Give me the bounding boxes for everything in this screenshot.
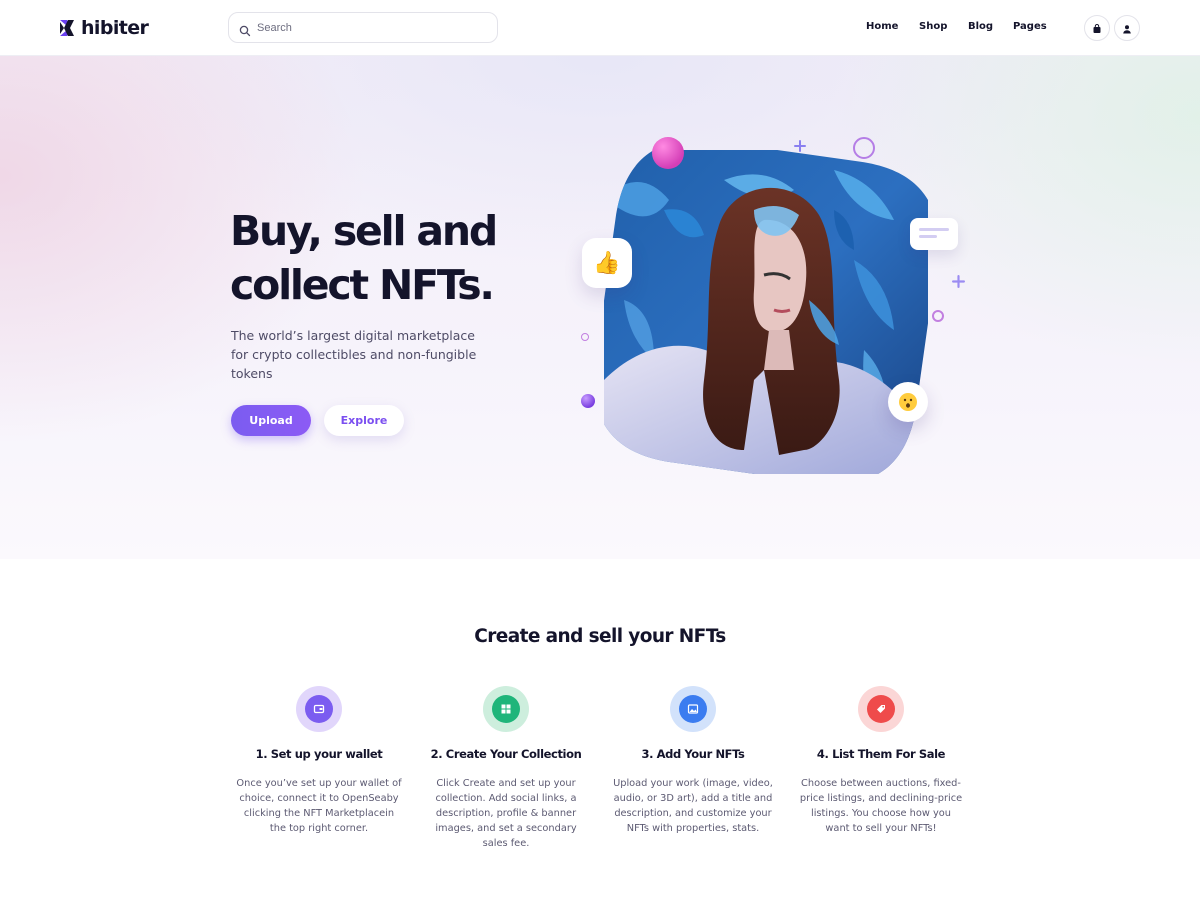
logo-mark-icon (60, 18, 80, 38)
step-icon-circle (670, 686, 716, 732)
explore-button[interactable]: Explore (324, 405, 404, 436)
step-description: Upload your work (image, video, audio, o… (613, 778, 773, 834)
step-title: 1. Set up your wallet (255, 747, 383, 761)
step-icon-circle (296, 686, 342, 732)
cart-button[interactable] (1084, 15, 1110, 41)
pink-sphere-decoration (652, 137, 684, 169)
user-icon (1122, 19, 1132, 38)
step-icon-circle (483, 686, 529, 732)
step-title: 2. Create Your Collection (430, 747, 582, 761)
image-icon (679, 695, 707, 723)
thumbs-up-icon: 👍 (582, 238, 632, 288)
cart-icon (1092, 19, 1102, 38)
nft-artwork[interactable] (584, 130, 949, 495)
small-ring-decoration (932, 310, 944, 322)
hero-subtitle: The world’s largest digital marketplace … (231, 328, 477, 381)
top-header: hibiter Home Shop Blog Pages (0, 0, 1200, 56)
logo-text: hibiter (81, 17, 149, 39)
ring-decoration (853, 137, 875, 159)
emoji-icon (888, 382, 928, 422)
hero-title-line: collect NFTs. (230, 261, 495, 309)
purple-sphere-decoration (581, 394, 595, 408)
search-icon (239, 22, 251, 36)
step-title: 4. List Them For Sale (816, 747, 946, 761)
plus-decoration (794, 137, 806, 156)
step-description: Choose between auctions, fixed-price lis… (799, 778, 963, 834)
step-card: 4. List Them For Sale Choose between auc… (796, 686, 966, 836)
section-title: Create and sell your NFTs (474, 626, 726, 647)
hero-title: Buy, sell and collect NFTs. (230, 204, 530, 312)
upload-button[interactable]: Upload (231, 405, 311, 436)
grid-icon (492, 695, 520, 723)
nav-home[interactable]: Home (866, 20, 898, 34)
step-description: Once you’ve set up your wallet of choice… (236, 778, 402, 834)
step-title: 3. Add Your NFTs (641, 747, 745, 761)
search-box[interactable] (228, 12, 498, 43)
user-button[interactable] (1114, 15, 1140, 41)
nav-pages[interactable]: Pages (1013, 20, 1047, 34)
step-icon-circle (858, 686, 904, 732)
chat-bubble-icon (910, 218, 958, 250)
wallet-icon (305, 695, 333, 723)
logo[interactable]: hibiter (60, 16, 149, 40)
small-ring-decoration (581, 333, 589, 341)
hero-title-line: Buy, sell and (230, 207, 498, 255)
hero-section: Buy, sell and collect NFTs. The world’s … (0, 56, 1200, 559)
search-input[interactable] (257, 21, 477, 34)
step-description: Click Create and set up your collection.… (435, 778, 577, 849)
nav-shop[interactable]: Shop (919, 20, 947, 34)
plus-decoration (952, 273, 965, 292)
nav-blog[interactable]: Blog (968, 20, 993, 34)
step-card: 1. Set up your wallet Once you’ve set up… (234, 686, 404, 836)
tag-icon (867, 695, 895, 723)
step-card: 3. Add Your NFTs Upload your work (image… (608, 686, 778, 836)
step-card: 2. Create Your Collection Click Create a… (421, 686, 591, 851)
